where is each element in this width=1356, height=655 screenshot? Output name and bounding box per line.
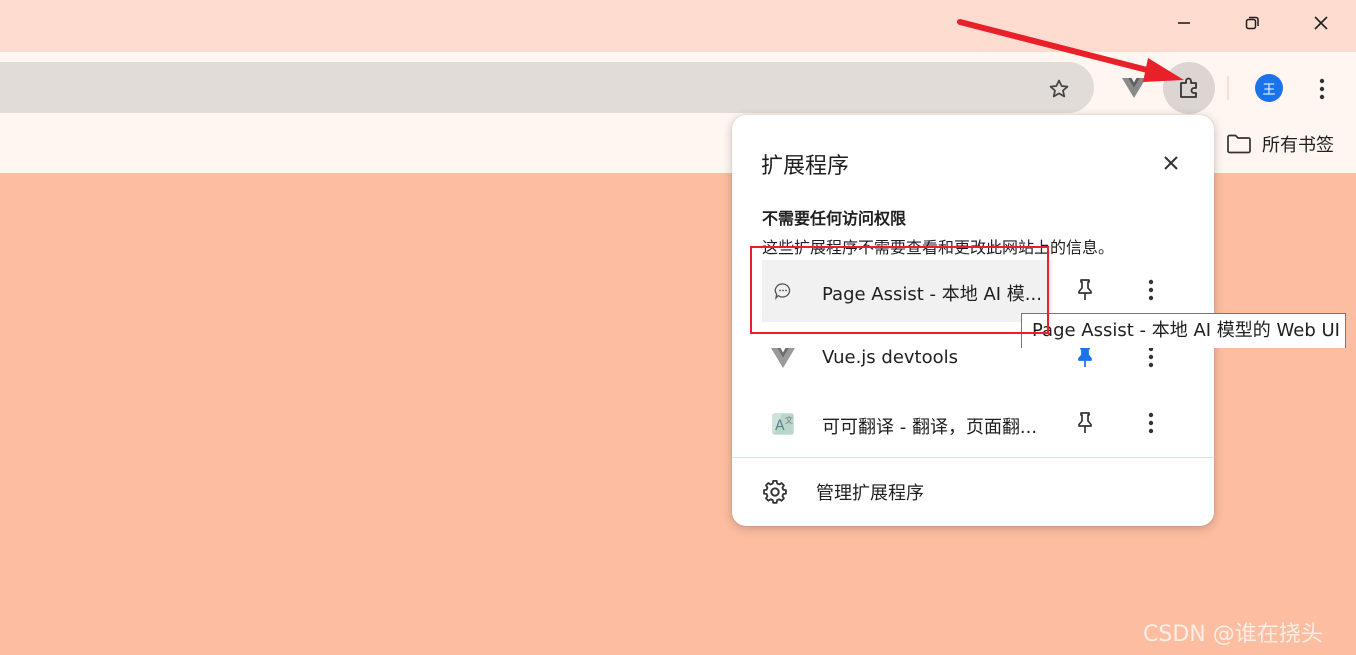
pinned-icon [1078, 346, 1092, 367]
folder-icon [1227, 134, 1251, 154]
extension-tooltip: Page Assist - 本地 AI 模型的 Web UI [1021, 313, 1346, 348]
popup-close-button[interactable] [1156, 148, 1186, 178]
all-bookmarks-button[interactable]: 所有书签 [1226, 130, 1334, 158]
pin-button[interactable] [1072, 410, 1098, 436]
minimize-icon [1178, 22, 1190, 24]
kebab-menu-icon [1148, 279, 1154, 301]
close-icon [1314, 16, 1328, 30]
popup-title: 扩展程序 [761, 154, 850, 179]
svg-text:文: 文 [785, 415, 793, 425]
address-bar[interactable] [0, 62, 1094, 113]
section-heading: 不需要任何访问权限 [762, 209, 907, 228]
gear-icon [763, 480, 787, 504]
pin-icon [1078, 412, 1092, 433]
toolbar-separator [1227, 76, 1229, 100]
browser-menu-button[interactable] [1310, 75, 1334, 103]
pin-icon [1078, 279, 1092, 300]
avatar-text: 王 [1262, 82, 1276, 98]
vue-devtools-toolbar-button[interactable] [1120, 74, 1148, 102]
more-options-button[interactable] [1138, 410, 1164, 436]
pin-button[interactable] [1072, 277, 1098, 303]
restore-icon [1245, 16, 1259, 30]
title-bar [0, 0, 1356, 52]
watermark: CSDN @谁在挠头 [1143, 622, 1323, 647]
close-icon [1164, 156, 1178, 170]
all-bookmarks-label: 所有书签 [1262, 135, 1334, 156]
popup-divider [732, 457, 1214, 458]
kebab-menu-icon [1148, 346, 1154, 368]
restore-button[interactable] [1232, 8, 1272, 38]
manage-extensions-button[interactable]: 管理扩展程序 [762, 475, 924, 509]
star-icon [1049, 79, 1069, 98]
translate-icon: A 文 [770, 411, 796, 437]
more-options-button[interactable] [1138, 277, 1164, 303]
extension-name: 可可翻译 - 翻译，页面翻... [822, 417, 1038, 438]
extension-row-keke-translate[interactable]: A 文 可可翻译 - 翻译，页面翻... [762, 391, 1190, 455]
svg-text:A: A [775, 418, 785, 434]
kebab-menu-icon [1319, 78, 1325, 100]
extension-name: Vue.js devtools [822, 347, 959, 368]
vue-icon [770, 345, 796, 371]
manage-extensions-label: 管理扩展程序 [816, 483, 924, 504]
extensions-button-icon-wrap[interactable] [1175, 74, 1203, 102]
bookmark-star-button[interactable] [1045, 75, 1073, 103]
puzzle-icon [1180, 77, 1197, 98]
kebab-menu-icon [1148, 412, 1154, 434]
annotation-highlight-box [750, 246, 1049, 334]
vue-icon [1122, 78, 1146, 98]
close-window-button[interactable] [1301, 8, 1341, 38]
minimize-button[interactable] [1164, 8, 1204, 38]
profile-avatar[interactable]: 王 [1255, 74, 1283, 102]
